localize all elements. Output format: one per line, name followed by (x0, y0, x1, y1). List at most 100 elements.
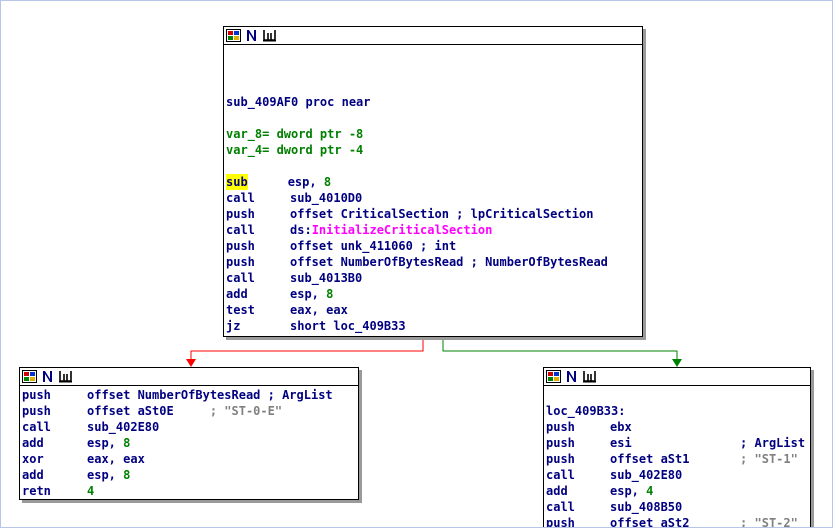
instruction-line[interactable]: add esp, 8 (226, 286, 640, 302)
operand[interactable]: offset unk_411060 (290, 239, 420, 253)
node-comment-icon[interactable] (58, 370, 73, 383)
mnemonic[interactable]: call (226, 270, 290, 286)
mnemonic[interactable]: push (226, 238, 290, 254)
mnemonic[interactable]: call (546, 499, 610, 515)
instruction-line[interactable]: push offset aSt1 ; "ST-1" (546, 451, 808, 467)
operand[interactable]: eax, eax (87, 452, 145, 466)
operand[interactable]: ds: (290, 223, 312, 237)
instruction-line[interactable]: add esp, 4 (546, 483, 808, 499)
operand[interactable]: offset aSt0E (87, 404, 210, 418)
instruction-line[interactable]: add esp, 8 (22, 467, 356, 483)
operand[interactable]: sub_4013B0 (290, 271, 362, 285)
immediate-value[interactable]: 8 (123, 436, 130, 450)
mnemonic[interactable]: push (22, 403, 87, 419)
operand[interactable]: esi (610, 436, 740, 450)
stack-var-4[interactable]: var_4= dword ptr -4 (226, 142, 640, 158)
instruction-line[interactable]: push offset aSt2 ; "ST-2" (546, 515, 808, 527)
instruction-line[interactable]: sub esp, 8 (226, 174, 640, 190)
mnemonic[interactable]: push (546, 515, 610, 527)
operand[interactable]: sub_402E80 (87, 420, 159, 434)
immediate-value[interactable]: 8 (326, 287, 333, 301)
operand[interactable]: offset CriticalSection (290, 207, 456, 221)
instruction-line[interactable]: push ebx (546, 419, 808, 435)
immediate-value[interactable]: 4 (646, 484, 653, 498)
instruction-line[interactable]: call ds:InitializeCriticalSection (226, 222, 640, 238)
graph-overview-icon[interactable] (226, 29, 241, 42)
operand[interactable]: esp, (288, 175, 324, 189)
mnemonic[interactable]: call (226, 190, 290, 206)
graph-overview-icon[interactable] (546, 370, 561, 383)
operand[interactable]: sub_408B50 (610, 500, 682, 514)
mnemonic[interactable]: push (22, 387, 87, 403)
basic-block-loc-409b33[interactable]: loc_409B33: push ebx push esi ; ArgList push… (543, 367, 811, 527)
comment: ; ArgList (267, 388, 333, 402)
instruction-line[interactable]: call sub_4013B0 (226, 270, 640, 286)
mnemonic[interactable]: add (546, 483, 610, 499)
mnemonic[interactable]: push (546, 451, 610, 467)
mnemonic[interactable]: add (22, 435, 87, 451)
graph-view[interactable]: sub_409AF0 proc near var_8= dword ptr -8… (0, 0, 833, 528)
block-header (20, 368, 358, 386)
operand[interactable]: ebx (610, 420, 632, 434)
operand[interactable]: offset NumberOfBytesRead (290, 255, 471, 269)
instruction-line[interactable]: call sub_4010D0 (226, 190, 640, 206)
operand[interactable]: esp, (87, 468, 123, 482)
operand[interactable]: sub_4010D0 (290, 191, 362, 205)
mnemonic[interactable]: push (226, 254, 290, 270)
instruction-line[interactable]: push offset unk_411060 ; int (226, 238, 640, 254)
mnemonic[interactable]: call (546, 467, 610, 483)
immediate-value[interactable]: 8 (123, 468, 130, 482)
instruction-line[interactable]: xor eax, eax (22, 451, 356, 467)
operand[interactable]: offset aSt1 (610, 452, 740, 466)
operand[interactable]: offset NumberOfBytesRead (87, 388, 268, 402)
mnemonic[interactable]: add (22, 467, 87, 483)
instruction-line[interactable]: push offset aSt0E ; "ST-0-E" (22, 403, 356, 419)
operand[interactable]: sub_402E80 (610, 468, 682, 482)
graph-overview-icon[interactable] (22, 370, 37, 383)
instruction-line[interactable]: test eax, eax (226, 302, 640, 318)
operand[interactable]: eax, eax (290, 303, 348, 317)
node-name-icon[interactable] (564, 370, 579, 383)
mnemonic[interactable]: retn (22, 483, 87, 499)
block-header (224, 27, 642, 45)
mnemonic[interactable]: jz (226, 318, 290, 334)
instruction-line[interactable]: push offset CriticalSection ; lpCriticalS… (226, 206, 640, 222)
operand[interactable]: short loc_409B33 (290, 319, 406, 333)
instruction-line[interactable]: push esi ; ArgList (546, 435, 808, 451)
immediate-value[interactable]: 4 (87, 484, 94, 498)
edge-true-arrow (672, 359, 682, 367)
operand[interactable]: offset aSt2 (610, 516, 740, 527)
stack-var-8[interactable]: var_8= dword ptr -8 (226, 126, 640, 142)
mnemonic[interactable]: xor (22, 451, 87, 467)
node-comment-icon[interactable] (582, 370, 597, 383)
mnemonic[interactable]: sub (226, 174, 248, 190)
mnemonic[interactable]: test (226, 302, 290, 318)
instruction-line[interactable]: push offset NumberOfBytesRead ; ArgList (22, 387, 356, 403)
node-name-icon[interactable] (244, 29, 259, 42)
instruction-line[interactable]: call sub_408B50 (546, 499, 808, 515)
mnemonic[interactable]: add (226, 286, 290, 302)
instruction-line[interactable]: call sub_402E80 (22, 419, 356, 435)
location-label[interactable]: loc_409B33: (546, 403, 808, 419)
basic-block-false-branch[interactable]: push offset NumberOfBytesRead ; ArgList pu… (19, 367, 359, 500)
instruction-line[interactable]: retn 4 (22, 483, 356, 499)
instruction-line[interactable]: jz short loc_409B33 (226, 318, 640, 334)
mnemonic[interactable]: call (22, 419, 87, 435)
instruction-line[interactable]: add esp, 8 (22, 435, 356, 451)
proc-declaration[interactable]: sub_409AF0 proc near (226, 94, 640, 110)
instruction-line[interactable]: push offset NumberOfBytesRead ; NumberOfB… (226, 254, 640, 270)
comment: ; NumberOfBytesRead (470, 255, 608, 269)
mnemonic[interactable]: push (546, 419, 610, 435)
node-comment-icon[interactable] (262, 29, 277, 42)
node-name-icon[interactable] (40, 370, 55, 383)
mnemonic[interactable]: push (226, 206, 290, 222)
operand[interactable]: esp, (610, 484, 646, 498)
operand[interactable]: esp, (290, 287, 326, 301)
mnemonic[interactable]: call (226, 222, 290, 238)
mnemonic[interactable]: push (546, 435, 610, 451)
instruction-line[interactable]: call sub_402E80 (546, 467, 808, 483)
immediate-value[interactable]: 8 (324, 175, 331, 189)
basic-block-sub-409af0[interactable]: sub_409AF0 proc near var_8= dword ptr -8… (223, 26, 643, 337)
operand[interactable]: esp, (87, 436, 123, 450)
import-name[interactable]: InitializeCriticalSection (312, 223, 493, 237)
